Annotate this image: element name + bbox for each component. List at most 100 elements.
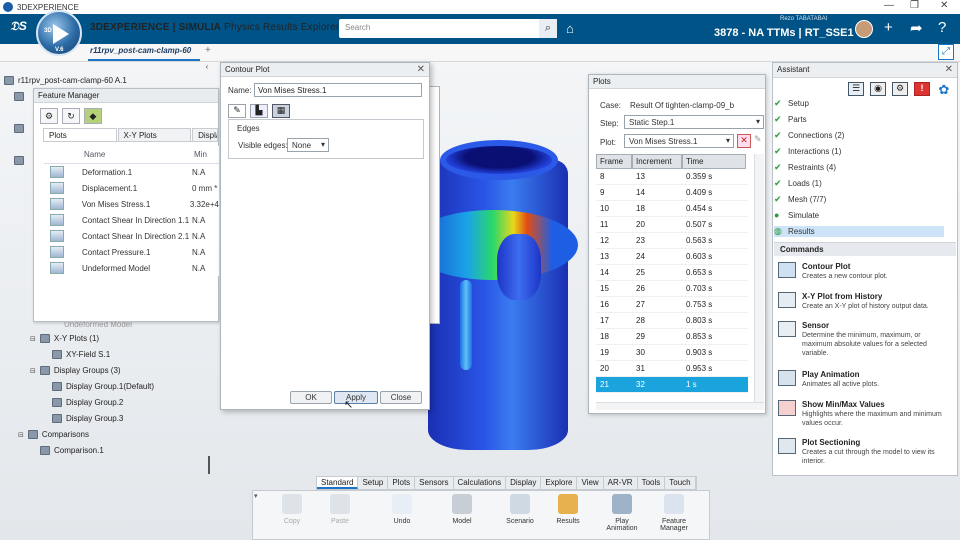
table-row[interactable]: 19 30 0.903 s [596,345,748,361]
collaborative-space-selector[interactable]: 3878 - NA TTMs | RT_SSE1 ▾ [714,26,862,39]
table-row[interactable]: Contact Pressure.1 N.A [44,244,219,260]
close-icon[interactable]: ✕ [945,64,953,75]
search-input[interactable]: Search ⌕ [339,19,557,38]
tree-item-comparisons[interactable]: ⊟ Comparisons [18,430,89,439]
plots-panel-title[interactable]: Plots [589,75,765,89]
assistant-step[interactable]: ✔ Restraints (4) [774,162,944,173]
collapse-tree-icon[interactable]: ‹ [200,62,214,72]
minimize-icon[interactable]: — [884,0,894,11]
tree-node[interactable] [14,156,24,165]
visible-edges-select[interactable]: None [287,138,329,152]
pencil-icon[interactable]: ✎ [228,104,246,118]
action-tab[interactable]: Calculations [454,477,507,489]
table-row[interactable]: 21 32 1 s [596,377,748,393]
help-icon[interactable]: ? [938,19,946,36]
edit-plot-icon[interactable]: ✎ [754,134,764,148]
table-row[interactable]: 12 23 0.563 s [596,233,748,249]
feature-manager-button[interactable]: Feature Manager [652,494,696,532]
command-item[interactable]: Plot Sectioning Creates a cut through the… [778,438,948,468]
table-row[interactable]: 18 29 0.853 s [596,329,748,345]
command-item[interactable]: Sensor Determine the minimum, maximum, or… [778,321,948,357]
plot-select[interactable]: Von Mises Stress.1 [624,134,734,148]
table-row[interactable]: 11 20 0.507 s [596,217,748,233]
table-row[interactable]: 8 13 0.359 s [596,169,748,185]
filter-icon[interactable]: ⚙ [40,108,58,124]
command-item[interactable]: Play Animation Animates all active plots. [778,370,948,400]
list-view-icon[interactable]: ☰ [848,82,864,96]
tab-plots[interactable]: Plots [43,128,117,141]
add-icon[interactable]: + [884,19,893,36]
compass-widget[interactable]: 3D V.6 [36,10,82,56]
apply-button[interactable]: Apply [334,391,378,404]
settings-icon[interactable]: ✿ [936,82,952,97]
action-tab[interactable]: Tools [638,477,666,489]
col-frame[interactable]: Frame [596,154,632,169]
action-tab[interactable]: View [577,477,604,489]
close-icon[interactable]: ✕ [417,64,425,75]
model-clamp-stem[interactable] [460,280,472,370]
assistant-step[interactable]: ✔ Loads (1) [774,178,944,189]
model-display-icon[interactable]: ◆ [84,108,102,124]
tree-item-xy-field[interactable]: XY-Field S.1 [52,350,110,359]
table-row[interactable]: 20 31 0.953 s [596,361,748,377]
contour-plot-title-bar[interactable]: Contour Plot ✕ [221,63,429,77]
new-tab-icon[interactable]: + [205,45,211,56]
action-bar-collapse-icon[interactable]: ▾ [254,492,258,500]
table-row[interactable]: 17 28 0.803 s [596,313,748,329]
results-button[interactable]: Results [546,494,590,525]
assistant-step[interactable]: ✔ Interactions (1) [774,146,944,157]
expand-icon[interactable]: ⤢ [938,44,954,60]
assistant-title-bar[interactable]: Assistant ✕ [773,63,957,78]
paste-button[interactable]: Paste [318,494,362,525]
table-row[interactable]: 13 24 0.603 s [596,249,748,265]
tab-display[interactable]: Display [192,128,218,141]
action-tab[interactable]: Setup [358,477,389,489]
assistant-step[interactable]: ✔ Parts [774,114,944,125]
refresh-icon[interactable]: ↻ [62,108,80,124]
model-button[interactable]: Model [440,494,484,525]
command-item[interactable]: Show Min/Max Values Highlights where the … [778,400,948,430]
feature-manager-title[interactable]: Feature Manager [34,89,218,103]
col-min[interactable]: Min [194,150,207,159]
play-animation-button[interactable]: Play Animation [600,494,644,532]
frame-table-scrollbar[interactable] [754,154,764,402]
maximize-icon[interactable]: ❐ [910,0,919,11]
assistant-step[interactable]: ✔ Setup [774,98,944,109]
document-tab[interactable]: r11rpv_post-cam-clamp-60 [90,46,191,55]
action-tab[interactable]: Explore [541,477,578,489]
action-tab[interactable]: AR-VR [604,477,638,489]
tree-item-display-group-3[interactable]: Display Group.3 [52,414,123,423]
table-row[interactable]: Undeformed Model N.A [44,260,219,276]
ok-button[interactable]: OK [290,391,332,404]
search-icon[interactable]: ⌕ [539,19,557,38]
tab-xy-plots[interactable]: X-Y Plots [117,128,192,141]
delete-plot-icon[interactable]: ✕ [737,134,751,148]
tree-node[interactable] [14,92,24,101]
eye-icon[interactable]: ◉ [870,82,886,96]
action-tab[interactable]: Plots [388,477,416,489]
assistant-step[interactable]: ✔ Connections (2) [774,130,944,141]
command-item[interactable]: X-Y Plot from History Create an X-Y plot … [778,292,948,322]
table-row[interactable]: 9 14 0.409 s [596,185,748,201]
share-icon[interactable]: ➦ [910,19,923,37]
close-button[interactable]: Close [380,391,422,404]
action-tab[interactable]: Display [506,477,542,489]
col-name[interactable]: Name [84,150,194,159]
tree-item-display-group-1[interactable]: Display Group.1(Default) [52,382,154,391]
assistant-step[interactable]: ✔ Mesh (7/7) [774,194,944,205]
tree-root[interactable]: r11rpv_post-cam-clamp-60 A.1 [4,76,127,85]
step-select[interactable]: Static Step.1 [624,115,764,129]
table-row[interactable]: 15 26 0.703 s [596,281,748,297]
tree-item-xy-plots[interactable]: ⊟ X-Y Plots (1) [30,334,99,343]
command-item[interactable]: Contour Plot Creates a new contour plot. [778,262,948,292]
tree-item-display-group-2[interactable]: Display Group.2 [52,398,123,407]
model-pipe[interactable] [428,160,568,450]
warning-icon[interactable]: ! [914,82,930,96]
assistant-step[interactable]: ● Simulate [774,210,944,220]
table-row[interactable]: 16 27 0.753 s [596,297,748,313]
table-row[interactable]: Deformation.1 N.A [44,164,219,180]
edges-settings-icon[interactable]: ▦ [272,104,290,118]
name-field[interactable]: Von Mises Stress.1 [254,83,422,97]
table-row[interactable]: Von Mises Stress.1 3.32e+4 [44,196,219,212]
col-increment[interactable]: Increment [632,154,682,169]
